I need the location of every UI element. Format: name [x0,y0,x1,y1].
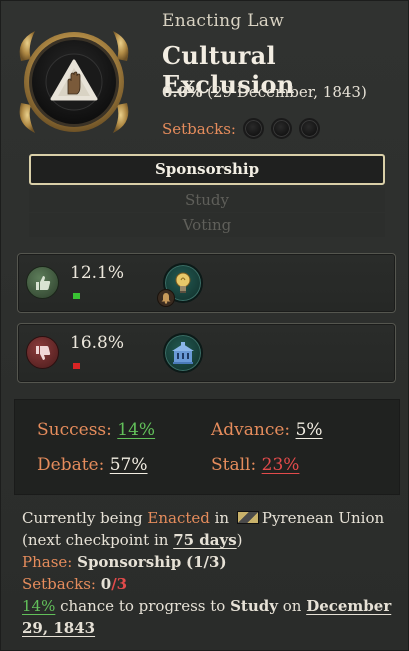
thumbs-up-icon [26,266,59,299]
law-status-subtitle: Enacting Law [162,11,285,31]
phase-study: Study [29,188,385,212]
progress-date: (29 December, 1843) [207,83,367,101]
country-name[interactable]: Pyrenean Union [262,509,384,527]
thumbs-down-icon [26,336,59,369]
phase-value: Sponsorship [77,553,182,571]
setbacks-current: 0 [100,575,112,593]
stall-value[interactable]: 23% [262,455,300,475]
oppose-percent: 16.8% [70,333,125,353]
setbacks-line: Setbacks: 0/3 [22,573,394,595]
enactment-status-line: Currently being Enacted in Pyrenean Unio… [22,507,394,551]
status-in: in [209,509,234,527]
status-checkpoint-prefix: (next checkpoint in [22,531,174,549]
status-close: ) [236,531,243,549]
phase-voting: Voting [29,213,385,237]
law-info-text: Currently being Enacted in Pyrenean Unio… [22,507,394,639]
law-tooltip-panel: Enacting Law Cultural Exclusion 0.0% (29… [0,0,409,651]
progress-chance-value[interactable]: 14% [22,597,55,615]
setbacks-info-label: Setbacks: [22,575,96,593]
debate-label: Debate: [37,455,105,475]
country-flag-icon [236,511,259,524]
oppose-box: 16.8% [17,323,396,383]
stall-chance: Stall: 23% [211,455,299,475]
progress-percent: 0.0% [162,83,203,101]
advance-label: Advance: [211,420,291,440]
setbacks-max: /3 [111,575,128,593]
stall-label: Stall: [211,455,257,475]
phase-label: Phase: [22,553,73,571]
phase-line: Phase: Sponsorship (1/3) [22,551,394,573]
checkpoint-days[interactable]: 75 days [173,531,236,549]
debate-chance: Debate: 57% [37,455,148,475]
debate-value[interactable]: 57% [110,455,148,475]
support-percent: 12.1% [70,263,125,283]
progress-on: on [277,597,307,615]
setback-slot-empty [242,118,264,139]
support-box: 12.1% [17,253,396,313]
setback-slot-empty [270,118,292,139]
setbacks-label: Setbacks: [162,119,236,138]
progress-target-phase: Study [230,597,278,615]
success-label: Success: [37,420,112,440]
building-institution-icon[interactable] [163,333,203,373]
support-bar [73,293,80,299]
raised-hand-warning-icon [19,31,129,133]
progress-chance-line: 14% chance to progress to Study on Decem… [22,595,394,639]
enacted-keyword: Enacted [147,509,210,527]
progress-chance-text: chance to progress to [55,597,231,615]
status-prefix: Currently being [22,509,148,527]
law-emblem [13,21,135,143]
success-chance: Success: 14% [37,420,155,440]
advance-value[interactable]: 5% [296,420,323,440]
chances-box: Success: 14% Advance: 5% Debate: 57% Sta… [14,399,400,495]
phase-count: (1/3) [186,553,227,571]
success-value[interactable]: 14% [117,420,155,440]
setback-slot-empty [298,118,320,139]
setbacks-indicator: Setbacks: [162,118,320,139]
phase-sponsorship-active: Sponsorship [29,154,385,185]
advance-chance: Advance: 5% [211,420,323,440]
oppose-bar [73,363,80,369]
law-progress: 0.0% (29 December, 1843) [162,83,367,101]
bell-badge-icon [157,289,175,307]
